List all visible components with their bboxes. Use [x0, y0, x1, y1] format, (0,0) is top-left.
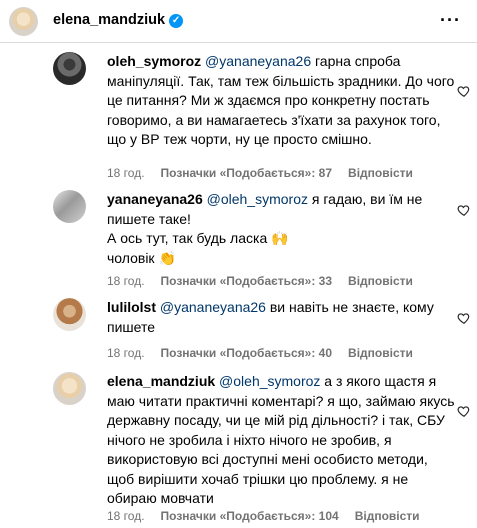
- reply-button[interactable]: Відповісти: [348, 274, 413, 288]
- comment-meta: 18 год. Позначки «Подобається»: 87 Відпо…: [107, 166, 413, 180]
- comment-body: а з якого щастя я маю читати практичні к…: [107, 373, 455, 506]
- heart-icon[interactable]: [457, 84, 471, 98]
- comment-time[interactable]: 18 год.: [107, 274, 145, 288]
- comment-mention[interactable]: @oleh_symoroz: [219, 373, 320, 389]
- likes-count[interactable]: Позначки «Подобається»: 104: [161, 509, 339, 523]
- avatar[interactable]: [53, 52, 86, 85]
- header-username-text[interactable]: elena_mandziuk: [53, 12, 165, 28]
- likes-count[interactable]: Позначки «Подобається»: 33: [161, 274, 332, 288]
- comment-username[interactable]: elena_mandziuk: [107, 373, 215, 389]
- reply-button[interactable]: Відповісти: [348, 346, 413, 360]
- comment-meta: 18 год. Позначки «Подобається»: 104 Відп…: [107, 509, 420, 523]
- comment-meta: 18 год. Позначки «Подобається»: 40 Відпо…: [107, 346, 413, 360]
- likes-count[interactable]: Позначки «Подобається»: 40: [161, 346, 332, 360]
- comment-mention[interactable]: @yananeyana26: [160, 299, 266, 315]
- comment-text: elena_mandziuk @oleh_symoroz а з якого щ…: [107, 372, 457, 509]
- comment-time[interactable]: 18 год.: [107, 346, 145, 360]
- avatar[interactable]: [53, 190, 86, 223]
- comment-username[interactable]: lulilolst: [107, 299, 156, 315]
- heart-icon[interactable]: [457, 404, 471, 418]
- comment-text: yananeyana26 @oleh_symoroz я гадаю, ви ї…: [107, 190, 457, 268]
- more-options-icon[interactable]: ···: [440, 10, 461, 31]
- header-username[interactable]: elena_mandziuk ✓: [53, 12, 184, 28]
- post-header: elena_mandziuk ✓ ···: [0, 0, 477, 43]
- comment-username[interactable]: yananeyana26: [107, 191, 203, 207]
- heart-icon[interactable]: [457, 203, 471, 217]
- comment-text: lulilolst @yananeyana26 ви навіть не зна…: [107, 298, 457, 337]
- heart-icon[interactable]: [457, 311, 471, 325]
- comment-time[interactable]: 18 год.: [107, 509, 145, 523]
- comment-mention[interactable]: @oleh_symoroz: [207, 191, 308, 207]
- comment-mention[interactable]: @yananeyana26: [205, 53, 311, 69]
- avatar[interactable]: [53, 298, 86, 331]
- comment-meta: 18 год. Позначки «Подобається»: 33 Відпо…: [107, 274, 413, 288]
- verified-badge-icon: ✓: [169, 14, 184, 28]
- avatar[interactable]: [9, 7, 38, 36]
- comment-body-line: А ось тут, так будь ласка 🙌: [107, 230, 289, 246]
- comment-body: ви навіть не знаєте, кому пишете: [107, 299, 434, 335]
- comment-username[interactable]: oleh_symoroz: [107, 53, 201, 69]
- comment-time[interactable]: 18 год.: [107, 166, 145, 180]
- comment-body-line: чоловік 👏: [107, 249, 176, 266]
- likes-count[interactable]: Позначки «Подобається»: 87: [161, 166, 332, 180]
- comment-text: oleh_symoroz @yananeyana26 гарна спроба …: [107, 52, 457, 150]
- reply-button[interactable]: Відповісти: [355, 509, 420, 523]
- reply-button[interactable]: Відповісти: [348, 166, 413, 180]
- avatar[interactable]: [53, 372, 86, 405]
